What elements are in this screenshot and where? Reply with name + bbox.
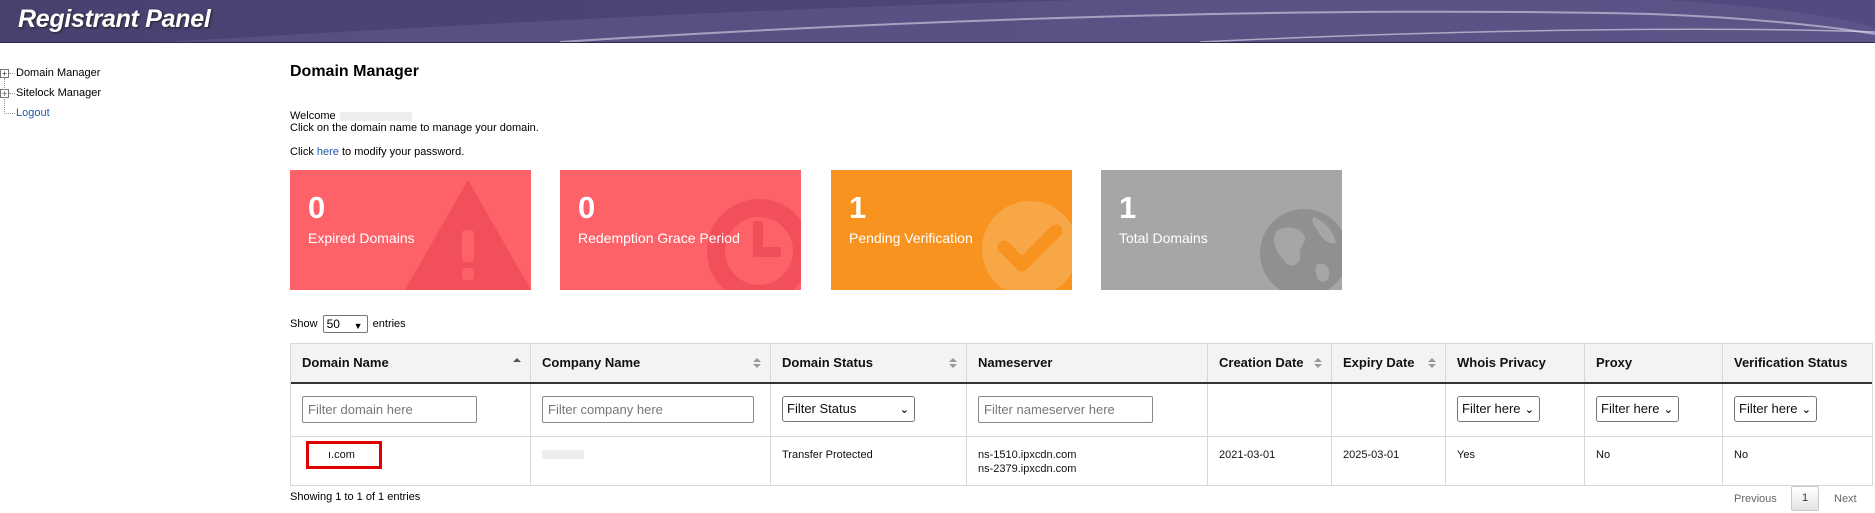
entries-length-control: Show 50 ▼ entries xyxy=(290,314,406,334)
sort-icon xyxy=(753,358,761,368)
tree-connector xyxy=(4,78,5,114)
company-filter-input[interactable]: Filter company here xyxy=(542,396,754,423)
sidebar-tree: + Domain Manager + Sitelock Manager Logo… xyxy=(0,66,200,126)
app-header: Registrant Panel xyxy=(0,0,1875,42)
chevron-down-icon: ⌄ xyxy=(899,404,909,416)
tree-connector xyxy=(4,113,15,114)
whois-filter-select[interactable]: Filter here ⌄ xyxy=(1457,396,1540,422)
password-message: Click here to modify your password. xyxy=(290,146,465,158)
table-header-row: Domain Name Company Name Domain Status N… xyxy=(291,344,1872,384)
table-row[interactable]: ı.com Transfer Protected ns-1510.ipxcdn.… xyxy=(291,437,1872,485)
entries-per-page-select[interactable]: 50 ▼ xyxy=(322,315,368,334)
column-header-domain-name[interactable]: Domain Name xyxy=(291,344,531,382)
app-title: Registrant Panel xyxy=(18,5,211,33)
sort-asc-icon xyxy=(513,358,521,362)
sidebar-item-logout[interactable]: Logout xyxy=(0,106,200,126)
warning-icon xyxy=(405,180,531,290)
proxy-filter-select[interactable]: Filter here ⌄ xyxy=(1596,396,1679,422)
sidebar-item-label[interactable]: Domain Manager xyxy=(16,67,100,79)
expand-icon[interactable]: + xyxy=(0,69,9,78)
modify-password-link[interactable]: here xyxy=(317,146,339,158)
card-label: Total Domains xyxy=(1119,230,1208,246)
company-name-cell xyxy=(531,437,771,485)
tree-branch-line xyxy=(9,93,15,94)
page-1-button[interactable]: 1 xyxy=(1791,486,1819,511)
previous-page-button[interactable]: Previous xyxy=(1734,493,1777,505)
card-count: 0 xyxy=(308,190,326,225)
redacted-company xyxy=(542,450,584,459)
chevron-down-icon: ⌄ xyxy=(1801,404,1811,416)
table-filter-row: Filter domain here Filter company here F… xyxy=(291,384,1872,437)
column-header-expiry-date[interactable]: Expiry Date xyxy=(1332,344,1446,382)
column-header-domain-status[interactable]: Domain Status xyxy=(771,344,967,382)
card-label: Redemption Grace Period xyxy=(578,230,740,246)
chevron-down-icon: ⌄ xyxy=(1524,404,1534,416)
redacted-username xyxy=(339,111,412,121)
card-count: 1 xyxy=(1119,190,1137,225)
domain-filter-input[interactable]: Filter domain here xyxy=(302,396,477,423)
verification-status-cell: No xyxy=(1734,449,1749,461)
verification-filter-select[interactable]: Filter here ⌄ xyxy=(1734,396,1817,422)
page-title: Domain Manager xyxy=(290,63,419,80)
domain-status-cell: Transfer Protected xyxy=(771,437,967,485)
domain-name-cell[interactable]: ı.com xyxy=(291,437,531,485)
domains-table: Domain Name Company Name Domain Status N… xyxy=(290,343,1873,486)
nameserver-filter-input[interactable]: Filter nameserver here xyxy=(978,396,1153,423)
sort-icon xyxy=(949,358,957,368)
sort-icon xyxy=(1314,358,1322,368)
column-header-creation-date[interactable]: Creation Date xyxy=(1208,344,1332,382)
expiry-date-cell: 2025-03-01 xyxy=(1332,437,1446,485)
logout-link[interactable]: Logout xyxy=(16,107,50,119)
column-header-nameserver[interactable]: Nameserver xyxy=(967,344,1208,382)
whois-privacy-cell: Yes xyxy=(1446,437,1585,485)
chevron-down-icon: ⌄ xyxy=(1663,404,1673,416)
sidebar-item-sitelock-manager[interactable]: + Sitelock Manager xyxy=(0,86,200,106)
instructions-text: Click on the domain name to manage your … xyxy=(290,122,539,134)
sort-icon xyxy=(1428,358,1436,368)
chevron-down-icon: ▼ xyxy=(353,321,363,332)
column-header-proxy[interactable]: Proxy xyxy=(1585,344,1723,382)
tree-branch-line xyxy=(9,73,15,74)
redemption-grace-period-card[interactable]: 0 Redemption Grace Period xyxy=(560,170,801,290)
nameserver-cell: ns-1510.ipxcdn.com ns-2379.ipxcdn.com xyxy=(967,437,1208,485)
pending-verification-card[interactable]: 1 Pending Verification xyxy=(831,170,1072,290)
next-page-button[interactable]: Next xyxy=(1834,493,1857,505)
total-domains-card[interactable]: 1 Total Domains xyxy=(1101,170,1342,290)
status-filter-select[interactable]: Filter Status ⌄ xyxy=(782,396,915,422)
domain-name-link[interactable]: ı.com xyxy=(328,448,355,462)
header-swoosh-decoration xyxy=(160,0,1875,42)
globe-icon xyxy=(1260,209,1342,290)
column-header-company-name[interactable]: Company Name xyxy=(531,344,771,382)
table-info: Showing 1 to 1 of 1 entries xyxy=(290,491,421,503)
card-label: Expired Domains xyxy=(308,230,415,246)
sidebar-item-label[interactable]: Sitelock Manager xyxy=(16,87,101,99)
proxy-cell: No xyxy=(1585,437,1723,485)
expired-domains-card[interactable]: 0 Expired Domains xyxy=(290,170,531,290)
creation-date-cell: 2021-03-01 xyxy=(1208,437,1332,485)
check-circle-icon xyxy=(982,201,1072,290)
header-divider xyxy=(0,42,1875,43)
card-count: 1 xyxy=(849,190,867,225)
column-header-verification-status[interactable]: Verification Status xyxy=(1723,344,1872,382)
card-label: Pending Verification xyxy=(849,230,973,246)
welcome-message: Welcome xyxy=(290,110,412,122)
column-header-whois-privacy[interactable]: Whois Privacy xyxy=(1446,344,1585,382)
card-count: 0 xyxy=(578,190,596,225)
sidebar-item-domain-manager[interactable]: + Domain Manager xyxy=(0,66,200,86)
